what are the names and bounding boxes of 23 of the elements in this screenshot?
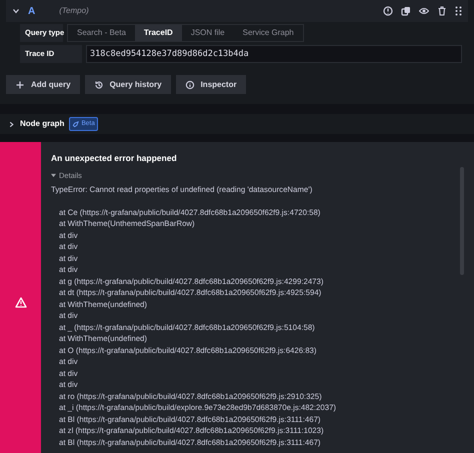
warning-icon	[14, 296, 26, 308]
toolbar-button[interactable]: Query history	[84, 75, 171, 94]
chevron-icon[interactable]	[8, 120, 15, 128]
caret-icon	[51, 172, 56, 178]
datasource-name: (Tempo)	[59, 5, 89, 17]
copy-icon[interactable]	[401, 6, 411, 16]
section-title[interactable]: Node graph	[20, 118, 64, 130]
query-type-tab[interactable]: Service Graph	[234, 25, 303, 41]
query-type-tab[interactable]: Search - Beta	[68, 25, 135, 41]
toolbar-button[interactable]: Inspector	[176, 75, 246, 94]
query-letter: A	[28, 4, 36, 18]
plus-icon	[15, 80, 25, 90]
toolbar-button[interactable]: Add query	[6, 75, 80, 94]
error-title: An unexpected error happened	[51, 152, 178, 165]
drag-handle-icon[interactable]	[455, 6, 462, 16]
history-icon	[94, 80, 104, 90]
query-type-tab[interactable]: TraceID	[134, 25, 182, 41]
chevron-icon[interactable]	[12, 7, 20, 15]
eye-icon[interactable]	[419, 6, 429, 16]
trace-id-input[interactable]: 318c8ed954128e37d89d86d2c13b4da	[86, 45, 462, 63]
trash-icon[interactable]	[437, 6, 447, 16]
query-type-tab[interactable]: JSON file	[182, 25, 234, 41]
info-icon	[184, 80, 195, 90]
